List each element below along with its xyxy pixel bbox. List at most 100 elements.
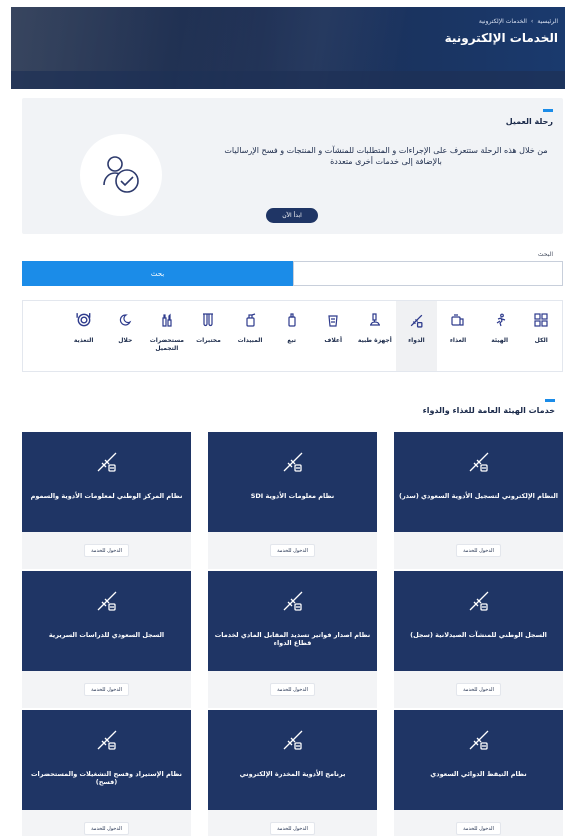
service-card: نظام المركز الوطني لمعلومات الأدوية والس… <box>22 432 191 569</box>
hero-banner: الرئيسية › الخدمات الإلكترونية الخدمات ا… <box>11 7 565 89</box>
service-card-header: السجل الوطني للمنشآت الصيدلانية (سجل) <box>394 571 563 671</box>
breadcrumb-home[interactable]: الرئيسية <box>537 18 558 25</box>
service-card-title: نظام معلومات الأدوية SDI <box>250 492 335 500</box>
service-card-header: السجل السعودي للدراسات السريرية <box>22 571 191 671</box>
service-card: السجل الوطني للمنشآت الصيدلانية (سجل) ال… <box>394 571 563 708</box>
category-label: مختبرات <box>196 337 221 344</box>
journey-description: من خلال هذه الرحلة ستتعرف على الإجراءات … <box>224 146 548 166</box>
enter-service-button[interactable]: الدخول للخدمة <box>84 683 129 696</box>
enter-service-button[interactable]: الدخول للخدمة <box>270 683 315 696</box>
enter-service-button[interactable]: الدخول للخدمة <box>270 822 315 835</box>
category-label: التغذية <box>73 337 94 344</box>
enter-service-button[interactable]: الدخول للخدمة <box>456 544 501 557</box>
category-nutrition[interactable]: التغذية <box>63 301 105 371</box>
category-all[interactable]: الكل <box>520 301 562 371</box>
category-drug[interactable]: الدواء <box>395 301 438 371</box>
service-card-footer: الدخول للخدمة <box>22 532 191 569</box>
syringe-icon <box>283 452 303 472</box>
microscope-icon <box>367 312 383 328</box>
category-tobacco[interactable]: تبغ <box>271 301 313 371</box>
pesticide-icon <box>242 312 258 328</box>
enter-service-button[interactable]: الدخول للخدمة <box>84 822 129 835</box>
service-card-title: نظام اصدار فواتير تسديد المقابل المادي ل… <box>214 631 371 647</box>
hero-bottom-band <box>11 71 565 89</box>
lab-tubes-icon <box>200 312 216 328</box>
category-halal[interactable]: حلال <box>104 301 146 371</box>
service-card: برنامج الأدوية المخدرة الإلكتروني الدخول… <box>208 710 377 836</box>
feed-bag-icon <box>325 312 341 328</box>
service-card: السجل السعودي للدراسات السريرية الدخول ل… <box>22 571 191 708</box>
customer-journey-card: رحلة العميل من خلال هذه الرحلة ستتعرف عل… <box>22 98 563 234</box>
service-card-header: النظام الإلكتروني لتسجيل الأدوية السعودي… <box>394 432 563 532</box>
category-medical-devices[interactable]: أجهزة طبية <box>354 301 396 371</box>
enter-service-button[interactable]: الدخول للخدمة <box>270 544 315 557</box>
service-card-footer: الدخول للخدمة <box>394 810 563 836</box>
service-card-title: نظام التيقظ الدوائي السعودي <box>430 770 527 778</box>
category-label: أعلاف <box>324 337 343 344</box>
syringe-icon <box>469 591 489 611</box>
service-card-title: نظام الإستيراد وفسح التشغيلات والمستحضرا… <box>31 770 182 786</box>
category-label: أجهزة طبية <box>357 337 392 344</box>
tobacco-icon <box>284 312 300 328</box>
syringe-icon <box>283 730 303 750</box>
service-card: النظام الإلكتروني لتسجيل الأدوية السعودي… <box>394 432 563 569</box>
category-pesticides[interactable]: المبيدات <box>229 301 271 371</box>
search-input[interactable] <box>293 261 563 286</box>
service-card-title: السجل الوطني للمنشآت الصيدلانية (سجل) <box>410 631 547 639</box>
syringe-icon <box>97 452 117 472</box>
category-labs[interactable]: مختبرات <box>188 301 230 371</box>
start-journey-button[interactable]: ابدأ الآن <box>266 208 318 223</box>
service-card-footer: الدخول للخدمة <box>394 532 563 569</box>
syringe-icon <box>469 452 489 472</box>
category-filter-bar: الكل الهيئة الغذاء الدواء أجهزة طبية أعل… <box>22 300 563 372</box>
enter-service-button[interactable]: الدخول للخدمة <box>456 683 501 696</box>
syringe-icon <box>97 591 117 611</box>
enter-service-button[interactable]: الدخول للخدمة <box>84 544 129 557</box>
journey-title: رحلة العميل <box>505 117 553 126</box>
category-cosmetics[interactable]: مستحضرات التجميل <box>146 301 188 371</box>
service-card-footer: الدخول للخدمة <box>208 532 377 569</box>
service-card: نظام التيقظ الدوائي السعودي الدخول للخدم… <box>394 710 563 836</box>
cosmetics-icon <box>159 312 175 328</box>
category-feed[interactable]: أعلاف <box>312 301 354 371</box>
service-card-footer: الدخول للخدمة <box>394 671 563 708</box>
service-card-header: نظام معلومات الأدوية SDI <box>208 432 377 532</box>
halal-icon <box>117 312 133 328</box>
category-food[interactable]: الغذاء <box>437 301 479 371</box>
search-label: البحث <box>537 251 553 258</box>
category-authority[interactable]: الهيئة <box>479 301 521 371</box>
service-card-header: نظام اصدار فواتير تسديد المقابل المادي ل… <box>208 571 377 671</box>
service-card-title: السجل السعودي للدراسات السريرية <box>48 631 165 639</box>
service-card-footer: الدخول للخدمة <box>22 810 191 836</box>
category-label: مستحضرات التجميل <box>149 337 185 352</box>
service-card: نظام معلومات الأدوية SDI الدخول للخدمة <box>208 432 377 569</box>
breadcrumb-current: الخدمات الإلكترونية <box>478 18 527 25</box>
syringe-icon <box>283 591 303 611</box>
service-card-footer: الدخول للخدمة <box>208 810 377 836</box>
user-check-illustration-icon <box>80 134 162 216</box>
syringe-icon <box>408 312 424 328</box>
service-card-title: نظام المركز الوطني لمعلومات الأدوية والس… <box>30 492 183 500</box>
service-card-header: برنامج الأدوية المخدرة الإلكتروني <box>208 710 377 810</box>
service-card: نظام الإستيراد وفسح التشغيلات والمستحضرا… <box>22 710 191 836</box>
services-section-title: خدمات الهيئة العامة للغذاء والدواء <box>422 406 555 415</box>
category-label: الكل <box>534 337 548 344</box>
service-card: نظام اصدار فواتير تسديد المقابل المادي ل… <box>208 571 377 708</box>
journey-accent-bar <box>543 109 553 112</box>
service-card-footer: الدخول للخدمة <box>208 671 377 708</box>
service-card-header: نظام التيقظ الدوائي السعودي <box>394 710 563 810</box>
breadcrumb: الرئيسية › الخدمات الإلكترونية <box>479 18 558 25</box>
food-icon <box>450 312 466 328</box>
category-label: الدواء <box>408 337 425 344</box>
service-card-title: برنامج الأدوية المخدرة الإلكتروني <box>239 770 346 778</box>
category-label: الهيئة <box>491 337 509 344</box>
grid-icon <box>533 312 549 328</box>
nutrition-icon <box>76 312 92 328</box>
category-label: الغذاء <box>449 337 467 344</box>
search-button[interactable]: بحث <box>22 261 293 286</box>
enter-service-button[interactable]: الدخول للخدمة <box>456 822 501 835</box>
service-card-header: نظام الإستيراد وفسح التشغيلات والمستحضرا… <box>22 710 191 810</box>
category-label: المبيدات <box>237 337 263 344</box>
breadcrumb-separator: › <box>530 18 534 25</box>
runner-icon <box>492 312 508 328</box>
